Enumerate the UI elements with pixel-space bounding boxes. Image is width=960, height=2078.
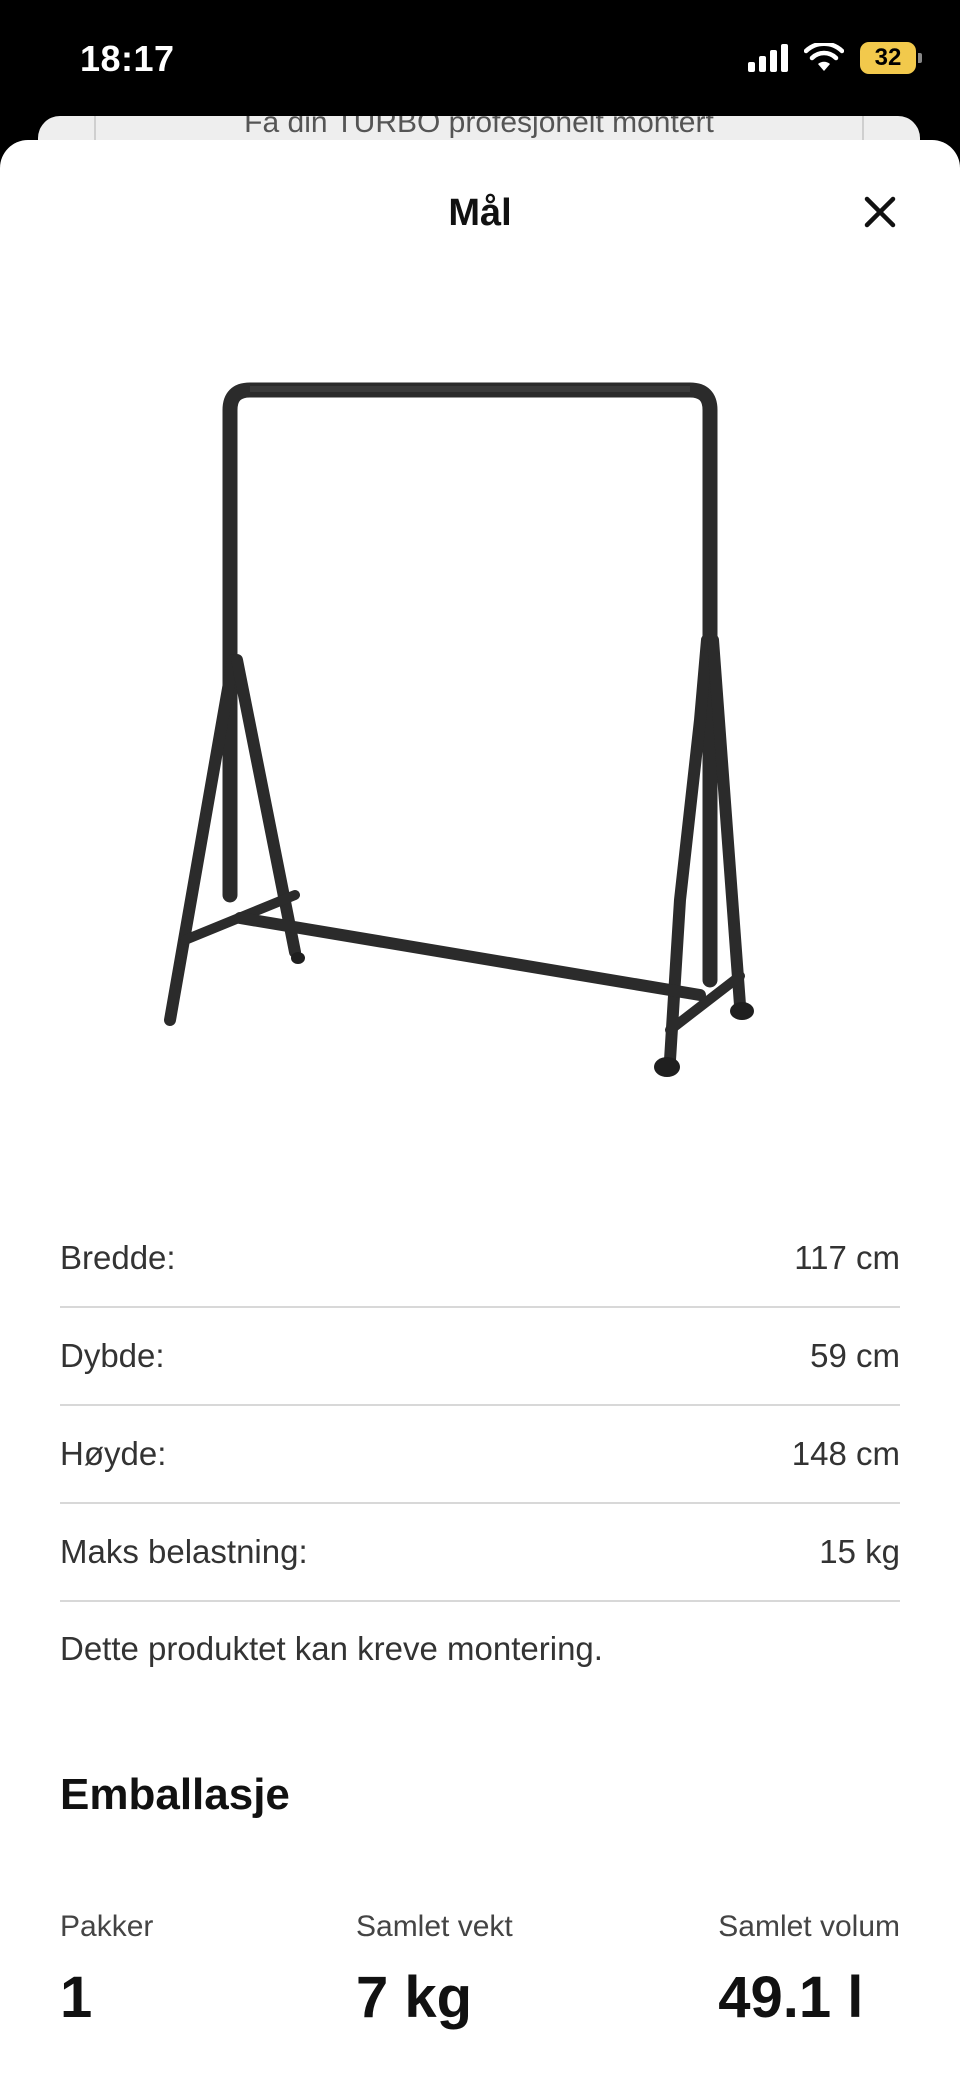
stat-value: 1: [60, 1965, 93, 2030]
dimension-label: Høyde:: [60, 1435, 167, 1472]
dimension-value: 148 cm: [791, 1435, 900, 1472]
stat-packages: Pakker 1: [60, 1910, 153, 2031]
packaging-heading: Emballasje: [60, 1770, 290, 1819]
close-icon: [864, 196, 896, 228]
stat-label: Samlet vekt: [356, 1910, 513, 1943]
stat-value: 49.1 l: [718, 1965, 864, 2030]
assembly-note: Dette produktet kan kreve montering.: [60, 1630, 603, 1667]
dimensions-list: Bredde: 117 cm Dybde: 59 cm Høyde: 148 c…: [60, 1210, 900, 1602]
status-time: 18:17: [80, 38, 175, 79]
status-bar: 18:17 32: [0, 0, 960, 130]
signal-icon: [748, 44, 788, 72]
dimension-row-height: Høyde: 148 cm: [60, 1406, 900, 1504]
wifi-icon: [804, 43, 844, 71]
stat-value: 7 kg: [356, 1965, 473, 2030]
dimension-label: Dybde:: [60, 1337, 165, 1374]
status-icons: 32: [748, 42, 922, 74]
dimension-value: 117 cm: [794, 1239, 900, 1276]
dimension-row-width: Bredde: 117 cm: [60, 1210, 900, 1308]
packaging-stats: Pakker 1 Samlet vekt 7 kg Samlet volum 4…: [60, 1910, 900, 2050]
dimension-value: 15 kg: [819, 1533, 900, 1570]
dimension-row-depth: Dybde: 59 cm: [60, 1308, 900, 1406]
product-image: [164, 382, 754, 1077]
close-button[interactable]: [850, 182, 910, 242]
sheet-title: Mål: [448, 192, 512, 234]
dimension-row-max-load: Maks belastning: 15 kg: [60, 1504, 900, 1602]
dimension-label: Bredde:: [60, 1239, 176, 1276]
stat-label: Pakker: [60, 1910, 154, 1943]
dimension-label: Maks belastning:: [60, 1533, 308, 1570]
battery-icon: 32: [860, 42, 922, 74]
dimension-value: 59 cm: [810, 1337, 900, 1374]
dimensions-sheet: Mål Bredde: 117 cm Dybde: 59 cm Høyde: 1…: [0, 140, 960, 2078]
stat-total-weight: Samlet vekt 7 kg: [356, 1910, 513, 2031]
stat-label: Samlet volum: [718, 1910, 900, 1943]
stat-total-volume: Samlet volum 49.1 l: [718, 1910, 900, 2031]
